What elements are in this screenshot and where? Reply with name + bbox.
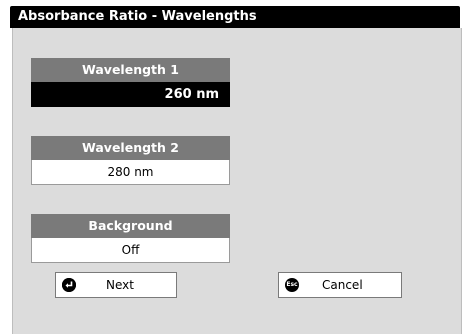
background-value[interactable]: Off (31, 238, 230, 263)
wavelength-1-label: Wavelength 1 (31, 58, 230, 82)
cancel-button[interactable]: Esc Cancel (278, 272, 402, 298)
background-label: Background (31, 214, 230, 238)
wavelength-2-label: Wavelength 2 (31, 136, 230, 160)
cancel-button-label: Cancel (322, 278, 363, 292)
wavelength-2-field[interactable]: Wavelength 2 280 nm (31, 136, 230, 185)
wavelength-1-value[interactable]: 260 nm (31, 82, 230, 107)
esc-icon: Esc (285, 278, 299, 292)
wavelength-1-field[interactable]: Wavelength 1 260 nm (31, 58, 230, 107)
next-button-label: Next (106, 278, 134, 292)
background-field[interactable]: Background Off (31, 214, 230, 263)
instrument-screen: Absorbance Ratio - Wavelengths Wavelengt… (0, 0, 475, 334)
next-button[interactable]: Next (55, 272, 177, 298)
enter-arrow-icon (62, 278, 76, 292)
window-title: Absorbance Ratio - Wavelengths (10, 6, 460, 28)
wavelength-2-value[interactable]: 280 nm (31, 160, 230, 185)
